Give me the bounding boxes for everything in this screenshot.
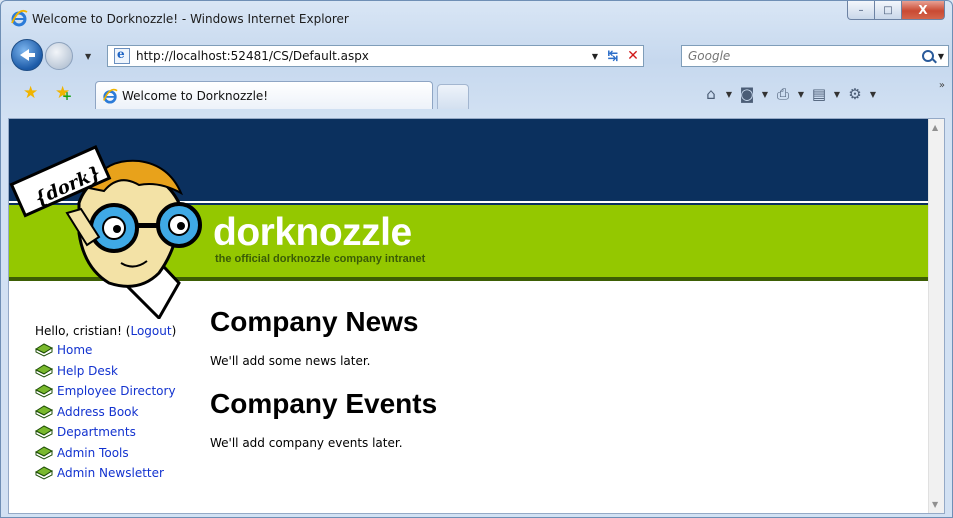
events-text: We'll add company events later. xyxy=(210,436,403,450)
stop-icon[interactable]: ✕ xyxy=(623,48,643,64)
ie-logo-icon xyxy=(11,9,28,27)
sidebar: Hello, cristian! (Logout) Home Help Desk… xyxy=(35,324,210,484)
tab-welcome[interactable]: Welcome to Dorknozzle! xyxy=(95,81,433,109)
book-icon xyxy=(35,384,53,398)
book-icon xyxy=(35,425,53,439)
main-content: Company News We'll add some news later. … xyxy=(210,304,910,468)
minimize-button[interactable]: – xyxy=(847,1,875,20)
nav-link-admin-tools[interactable]: Admin Tools xyxy=(57,446,129,460)
nav-link-departments[interactable]: Departments xyxy=(57,425,136,439)
nav-menu: Home Help Desk Employee Directory Addres… xyxy=(35,340,210,484)
page-menu-icon[interactable]: ▤ xyxy=(809,85,829,103)
nav-link-home[interactable]: Home xyxy=(57,343,92,357)
address-input[interactable]: http://localhost:52481/CS/Default.aspx xyxy=(136,49,587,63)
title-bar: Welcome to Dorknozzle! - Windows Interne… xyxy=(1,1,952,37)
new-tab-button[interactable] xyxy=(437,84,469,109)
logout-paren-close: ) xyxy=(171,324,177,338)
back-button[interactable] xyxy=(11,39,43,71)
nav-link-admin-newsletter[interactable]: Admin Newsletter xyxy=(57,466,164,480)
scroll-down-icon[interactable]: ▼ xyxy=(932,500,938,509)
book-icon xyxy=(35,466,53,480)
nav-item-departments[interactable]: Departments xyxy=(35,422,210,443)
home-icon[interactable]: ⌂ xyxy=(701,85,721,103)
add-favorites-icon[interactable]: ★ xyxy=(55,84,72,105)
feeds-dropdown[interactable]: ▼ xyxy=(759,90,771,99)
forward-button[interactable] xyxy=(45,42,73,70)
search-options-dropdown[interactable]: ▼ xyxy=(938,52,944,61)
book-icon xyxy=(35,343,53,357)
events-heading: Company Events xyxy=(210,388,438,419)
window-title: Welcome to Dorknozzle! - Windows Interne… xyxy=(32,12,349,26)
print-dropdown[interactable]: ▼ xyxy=(795,90,807,99)
tab-label: Welcome to Dorknozzle! xyxy=(122,88,269,103)
nav-item-employee-directory[interactable]: Employee Directory xyxy=(35,381,210,402)
nav-link-employee-directory[interactable]: Employee Directory xyxy=(57,384,176,398)
maximize-button[interactable]: □ xyxy=(874,1,902,20)
feeds-icon[interactable]: ◙ xyxy=(737,85,757,103)
news-heading: Company News xyxy=(210,306,419,337)
tools-icon[interactable]: ⚙ xyxy=(845,85,865,103)
vertical-scrollbar[interactable]: ▲ ▼ xyxy=(928,119,944,513)
ie-page-icon xyxy=(103,88,118,104)
book-icon xyxy=(35,364,53,378)
print-icon[interactable]: ⎙ xyxy=(773,85,793,103)
command-bar: ⌂ ▼ ◙ ▼ ⎙ ▼ ▤ ▼ ⚙ ▼ xyxy=(701,83,879,105)
search-icon xyxy=(921,50,934,62)
search-box[interactable]: ▼ xyxy=(681,45,949,67)
nav-link-help-desk[interactable]: Help Desk xyxy=(57,364,118,378)
nav-item-home[interactable]: Home xyxy=(35,340,210,361)
site-brand: dorknozzle xyxy=(213,211,412,254)
page-viewport: dorknozzle the official dorknozzle compa… xyxy=(8,118,945,514)
news-text: We'll add some news later. xyxy=(210,354,371,368)
window-controls: – □ X xyxy=(847,1,945,21)
refresh-icon[interactable]: ↹ xyxy=(603,49,623,64)
recent-pages-dropdown[interactable]: ▼ xyxy=(85,52,91,61)
scroll-up-icon[interactable]: ▲ xyxy=(932,123,938,132)
greeting-text: Hello, cristian! xyxy=(35,324,122,338)
book-icon xyxy=(35,446,53,460)
tools-dropdown[interactable]: ▼ xyxy=(867,90,879,99)
address-bar[interactable]: http://localhost:52481/CS/Default.aspx ▼… xyxy=(107,45,644,67)
home-dropdown[interactable]: ▼ xyxy=(723,90,735,99)
site-tagline: the official dorknozzle company intranet xyxy=(215,253,426,265)
favorites-center-icon[interactable]: ★ xyxy=(23,84,38,102)
logout-link[interactable]: Logout xyxy=(130,324,171,338)
page-dropdown[interactable]: ▼ xyxy=(831,90,843,99)
book-icon xyxy=(35,405,53,419)
address-dropdown[interactable]: ▼ xyxy=(587,52,603,61)
nav-item-admin-tools[interactable]: Admin Tools xyxy=(35,443,210,464)
search-input[interactable] xyxy=(682,48,914,64)
close-button[interactable]: X xyxy=(901,1,945,20)
browser-window: Welcome to Dorknozzle! - Windows Interne… xyxy=(0,0,953,518)
nav-item-address-book[interactable]: Address Book xyxy=(35,402,210,423)
nav-item-admin-newsletter[interactable]: Admin Newsletter xyxy=(35,463,210,484)
toolbar-overflow-icon[interactable]: » xyxy=(939,80,945,91)
nav-item-help-desk[interactable]: Help Desk xyxy=(35,361,210,382)
greeting: Hello, cristian! (Logout) xyxy=(35,324,210,338)
search-button[interactable]: ▼ xyxy=(914,50,948,62)
nav-link-address-book[interactable]: Address Book xyxy=(57,405,138,419)
page-icon xyxy=(114,47,130,64)
dork-mascot-icon: {dork} xyxy=(9,145,202,319)
